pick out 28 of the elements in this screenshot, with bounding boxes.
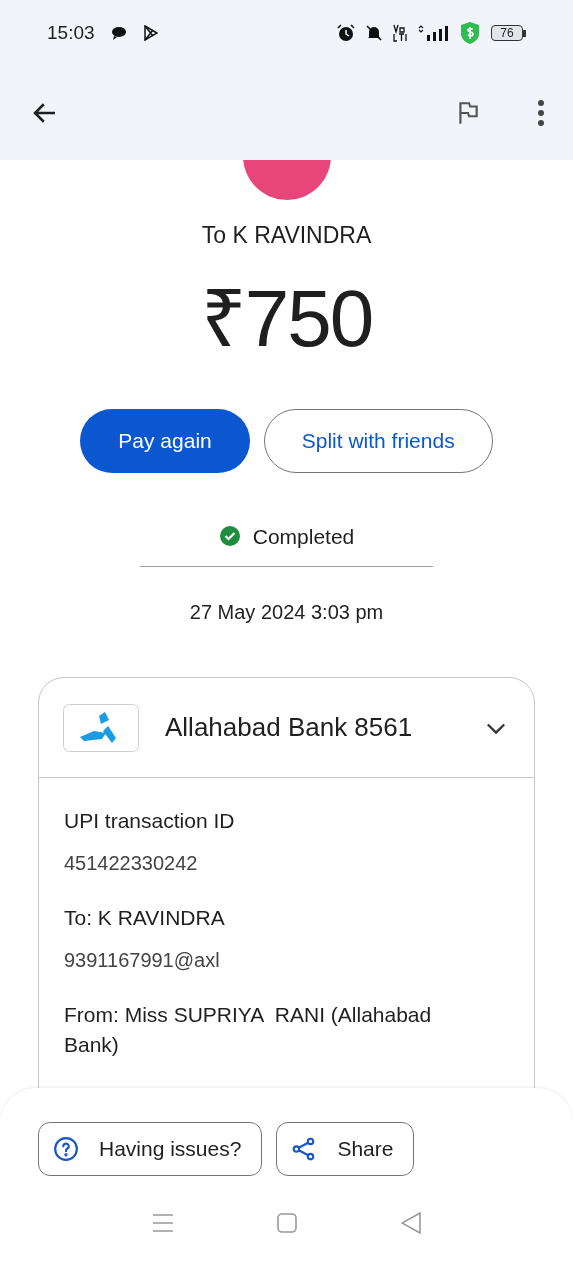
signal-icon (417, 24, 449, 42)
shield-icon (459, 21, 481, 45)
detail-value: 9391167991@axl (64, 948, 221, 973)
transaction-date: 27 May 2024 3:03 pm (189, 600, 384, 625)
pay-again-button[interactable]: Pay again (80, 408, 250, 473)
home-square-icon[interactable] (277, 1213, 298, 1233)
volte-icon (393, 24, 407, 42)
status-time: 15:03 (47, 20, 95, 45)
more-options-icon[interactable] (537, 99, 545, 127)
amount: ₹750 (200, 278, 373, 359)
alarm-icon (337, 24, 355, 42)
chat-icon (110, 26, 127, 40)
having-issues-button[interactable]: Having issues? (38, 1122, 263, 1176)
status-label: Completed (252, 523, 355, 550)
account-name: Allahabad Bank 8561 (165, 711, 414, 744)
bell-muted-icon (365, 24, 383, 42)
detail-label: To: K RAVINDRA (64, 905, 226, 931)
account-header[interactable]: Allahabad Bank 8561 (39, 678, 534, 778)
share-button[interactable]: Share (276, 1122, 415, 1176)
back-triangle-icon[interactable] (401, 1212, 422, 1234)
battery-tip-icon (523, 29, 526, 37)
battery-level: 76 (491, 25, 523, 41)
payee-name: To K RAVINDRA (201, 221, 372, 250)
help-icon (53, 1136, 79, 1162)
play-store-icon (142, 25, 158, 41)
detail-value: 451422330242 (64, 851, 199, 876)
detail-label: UPI transaction ID (64, 808, 236, 834)
detail-label: From: Miss SUPRIYA RANI (Allahabad Bank) (64, 1002, 433, 1058)
